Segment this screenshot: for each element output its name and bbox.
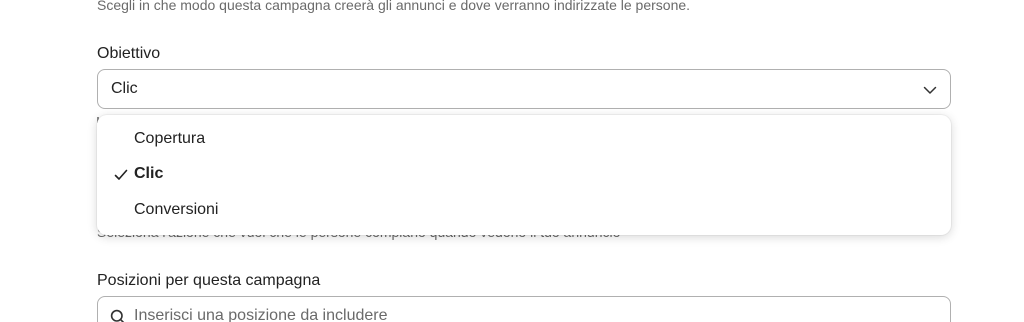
objective-label: Obiettivo: [97, 45, 161, 62]
objective-select[interactable]: Clic: [97, 69, 951, 109]
option-label: Clic: [134, 165, 164, 182]
objective-dropdown-menu: Copertura Clic Conversioni: [97, 115, 951, 235]
chevron-down-icon: [923, 86, 937, 94]
location-search-input[interactable]: [134, 305, 914, 322]
search-icon: [110, 309, 125, 322]
campaign-settings-page: Scegli in che modo questa campagna creer…: [0, 0, 1024, 322]
option-label: Copertura: [134, 130, 206, 147]
location-search-field[interactable]: [97, 296, 951, 322]
option-conversioni[interactable]: Conversioni: [97, 194, 951, 228]
locations-label: Posizioni per questa campagna: [97, 272, 321, 289]
objective-selected-value: Clic: [111, 80, 138, 97]
intro-description: Scegli in che modo questa campagna creer…: [97, 0, 691, 13]
option-label: Conversioni: [134, 201, 219, 218]
checkmark-icon: [114, 169, 128, 180]
option-clic[interactable]: Clic: [97, 158, 951, 192]
option-copertura[interactable]: Copertura: [97, 123, 951, 157]
